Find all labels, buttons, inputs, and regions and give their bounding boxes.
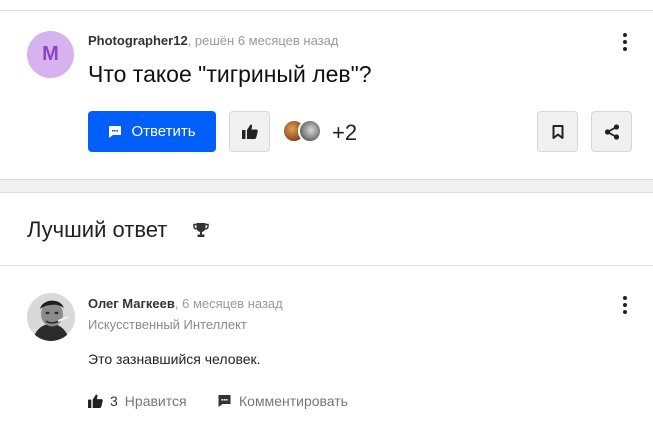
share-icon bbox=[604, 123, 619, 140]
answer-text: Это зазнавшийся человек. bbox=[88, 351, 261, 367]
like-question-button[interactable] bbox=[229, 111, 270, 152]
answer-like-count: 3 bbox=[110, 393, 118, 409]
trophy-icon bbox=[193, 223, 209, 237]
like-answer-button[interactable]: 3 Нравится bbox=[88, 393, 187, 409]
answer-like-label: Нравится bbox=[124, 393, 187, 409]
question-title: Что такое "тигриный лев"? bbox=[88, 61, 372, 87]
bookmark-button[interactable] bbox=[537, 111, 578, 152]
chat-icon bbox=[109, 125, 122, 138]
liker-avatar[interactable] bbox=[298, 119, 322, 143]
top-divider bbox=[0, 10, 653, 11]
question-more-icon[interactable] bbox=[617, 33, 633, 51]
question-meta: Photographer12, решён 6 месяцев назад bbox=[88, 33, 338, 48]
comment-icon bbox=[218, 395, 231, 407]
section-separator bbox=[0, 179, 653, 193]
answer-meta: Олег Магкеев, 6 месяцев назад bbox=[88, 296, 283, 311]
answer-more-icon[interactable] bbox=[617, 296, 633, 314]
comment-label: Комментировать bbox=[239, 393, 348, 409]
question-author-name[interactable]: Photographer12 bbox=[88, 33, 188, 48]
share-button[interactable] bbox=[591, 111, 632, 152]
answer-author-role: Искусственный Интеллект bbox=[88, 317, 247, 332]
comment-button[interactable]: Комментировать bbox=[217, 393, 348, 409]
bookmark-icon bbox=[552, 124, 563, 139]
liker-extra-count[interactable]: +2 bbox=[332, 120, 357, 146]
question-author-avatar[interactable]: M bbox=[27, 31, 74, 78]
answer-button[interactable]: Ответить bbox=[88, 111, 216, 152]
best-answer-heading: Лучший ответ bbox=[27, 217, 168, 242]
answer-author-avatar[interactable] bbox=[27, 293, 75, 341]
thumbs-up-icon bbox=[88, 394, 103, 408]
answer-author-name[interactable]: Олег Магкеев bbox=[88, 296, 175, 311]
best-answer-divider bbox=[0, 265, 653, 266]
answer-time: , 6 месяцев назад bbox=[174, 296, 283, 311]
thumbs-up-icon bbox=[241, 124, 258, 139]
answer-button-label: Ответить bbox=[131, 123, 196, 140]
question-status: , решён 6 месяцев назад bbox=[187, 33, 339, 48]
